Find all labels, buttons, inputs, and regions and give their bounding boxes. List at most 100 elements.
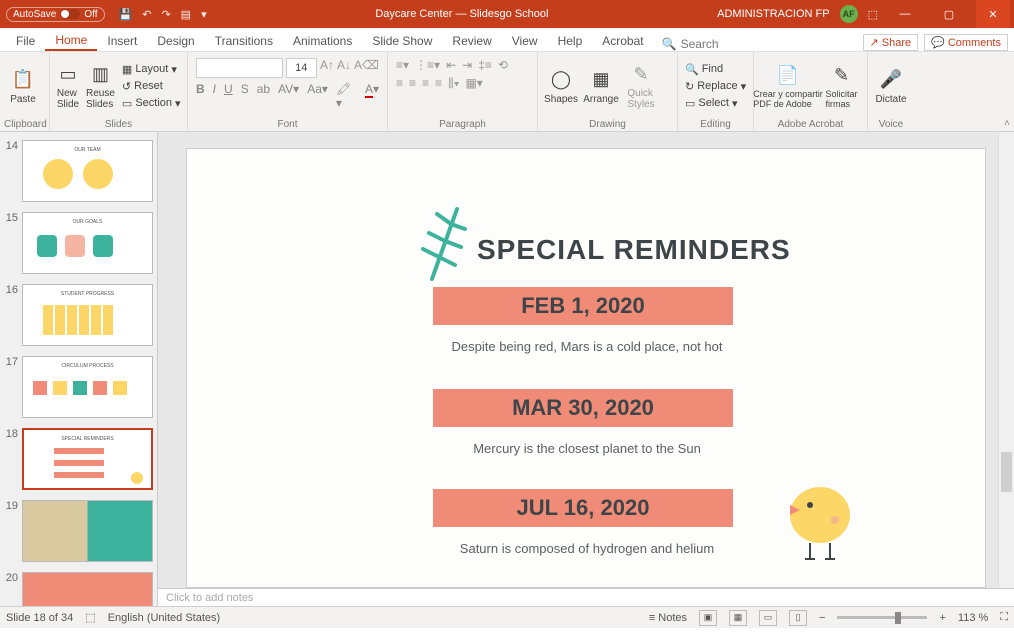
zoom-out-button[interactable]: −	[819, 612, 825, 624]
request-sign-button[interactable]: ✎Solicitar firmas	[820, 54, 863, 118]
find-button[interactable]: 🔍 Find	[682, 62, 749, 77]
reading-view-button[interactable]: ▭	[759, 610, 777, 626]
replace-button[interactable]: ↻ Replace ▾	[682, 79, 749, 94]
increase-font-icon[interactable]: A↑	[320, 58, 334, 78]
maximize-button[interactable]: ▢	[932, 0, 966, 28]
autosave-toggle[interactable]: AutoSave Off	[6, 7, 105, 22]
layout-button[interactable]: ▦ Layout ▾	[119, 62, 184, 77]
undo-icon[interactable]: ↶	[142, 8, 151, 21]
dictate-button[interactable]: 🎤Dictate	[872, 54, 910, 118]
font-size-dropdown[interactable]: 14	[286, 58, 317, 78]
decrease-font-icon[interactable]: A↓	[337, 58, 351, 78]
quick-styles-button[interactable]: ✎Quick Styles	[622, 54, 660, 118]
underline-button[interactable]: U	[224, 82, 233, 110]
tab-design[interactable]: Design	[147, 30, 204, 51]
textdir-button[interactable]: ⟲	[498, 58, 508, 72]
drawing-group-label: Drawing	[542, 118, 673, 131]
slide-canvas[interactable]: SPECIAL REMINDERS FEB 1, 2020 Despite be…	[186, 148, 986, 588]
shadow-button[interactable]: ab	[257, 82, 270, 110]
numbering-button[interactable]: ⋮≡▾	[415, 58, 440, 72]
search-icon: 🔍	[662, 37, 677, 51]
strike-button[interactable]: S	[241, 82, 249, 110]
avatar[interactable]: AF	[840, 5, 858, 23]
bold-button[interactable]: B	[196, 82, 205, 110]
fit-button[interactable]: ⛶	[1000, 611, 1008, 624]
tab-help[interactable]: Help	[548, 30, 593, 51]
comments-button[interactable]: 💬Comments	[924, 34, 1008, 51]
case-button[interactable]: Aa▾	[307, 82, 328, 110]
italic-button[interactable]: I	[213, 82, 216, 110]
thumb-20[interactable]: 20	[4, 572, 153, 606]
align-left-button[interactable]: ≡	[396, 76, 403, 91]
spacing-button[interactable]: AV▾	[278, 82, 299, 110]
tab-acrobat[interactable]: Acrobat	[592, 30, 653, 51]
font-family-dropdown[interactable]	[196, 58, 283, 78]
close-button[interactable]: ✕	[976, 0, 1010, 28]
align-right-button[interactable]: ≡	[422, 76, 429, 91]
tab-view[interactable]: View	[502, 30, 548, 51]
columns-button[interactable]: ⫼▾	[448, 76, 459, 91]
document-title: Daycare Center — Slidesgo School	[207, 8, 718, 20]
tab-insert[interactable]: Insert	[97, 30, 147, 51]
ribbon-display-icon[interactable]: ⬚	[868, 8, 878, 21]
qat-more-icon[interactable]: ▾	[201, 8, 207, 21]
thumb-15[interactable]: 15OUR GOALS	[4, 212, 153, 274]
align-justify-button[interactable]: ≡	[435, 76, 442, 91]
save-icon[interactable]: 💾	[119, 8, 133, 21]
clipboard-group-label: Clipboard	[4, 118, 45, 131]
indent-dec-button[interactable]: ⇤	[446, 58, 456, 72]
autosave-state: Off	[84, 9, 97, 20]
clear-format-icon[interactable]: A⌫	[354, 58, 379, 78]
tab-transitions[interactable]: Transitions	[205, 30, 283, 51]
reuse-slides-button[interactable]: ▥Reuse Slides	[84, 54, 117, 118]
thumb-16[interactable]: 16STUDENT PROGRESS	[4, 284, 153, 346]
tab-review[interactable]: Review	[442, 30, 501, 51]
create-pdf-button[interactable]: 📄Crear y compartir PDF de Adobe	[758, 54, 818, 118]
thumbnail-panel[interactable]: 14OUR TEAM 15OUR GOALS 16STUDENT PROGRES…	[0, 132, 158, 606]
reset-button[interactable]: ↺ Reset	[119, 79, 184, 94]
vertical-scrollbar[interactable]	[998, 132, 1014, 588]
work-area: 14OUR TEAM 15OUR GOALS 16STUDENT PROGRES…	[0, 132, 1014, 606]
tab-file[interactable]: File	[6, 30, 45, 51]
minimize-button[interactable]: —	[888, 0, 922, 28]
thumb-18[interactable]: 18SPECIAL REMINDERS	[4, 428, 153, 490]
tab-animations[interactable]: Animations	[283, 30, 362, 51]
paste-button[interactable]: 📋 Paste	[4, 54, 42, 118]
new-slide-button[interactable]: ▭New Slide	[54, 54, 82, 118]
section-button[interactable]: ▭ Section ▾	[119, 96, 184, 111]
slides-group-label: Slides	[54, 118, 183, 131]
highlight-button[interactable]: 🖍▾	[336, 82, 357, 110]
bullets-button[interactable]: ≡▾	[396, 58, 409, 72]
linespacing-button[interactable]: ‡≡	[478, 58, 492, 72]
zoom-slider[interactable]	[837, 616, 927, 619]
language-label[interactable]: English (United States)	[108, 612, 221, 624]
font-color-button[interactable]: A▾	[365, 82, 379, 110]
arrange-icon: ▦	[589, 68, 613, 92]
sorter-view-button[interactable]: ▦	[729, 610, 747, 626]
share-button[interactable]: ↗Share	[863, 34, 919, 51]
start-icon[interactable]: ▤	[181, 8, 191, 21]
notes-area[interactable]: Click to add notes	[158, 588, 1014, 606]
align-center-button[interactable]: ≡	[409, 76, 416, 91]
zoom-in-button[interactable]: +	[939, 612, 945, 624]
search-box[interactable]: 🔍 Search	[654, 37, 727, 51]
indent-inc-button[interactable]: ⇥	[462, 58, 472, 72]
sign-icon: ✎	[830, 63, 854, 87]
arrange-button[interactable]: ▦Arrange	[582, 54, 620, 118]
notes-toggle[interactable]: ≡ Notes	[649, 612, 687, 624]
slideshow-view-button[interactable]: ▯	[789, 610, 807, 626]
accessibility-icon[interactable]: ⬚	[85, 611, 95, 624]
normal-view-button[interactable]: ▣	[699, 610, 717, 626]
thumb-19[interactable]: 19	[4, 500, 153, 562]
thumb-17[interactable]: 17CIRCULUM PROCESS	[4, 356, 153, 418]
smartart-button[interactable]: ▦▾	[465, 76, 482, 91]
collapse-ribbon-button[interactable]: ˄	[1004, 118, 1010, 129]
thumb-14[interactable]: 14OUR TEAM	[4, 140, 153, 202]
autosave-switch[interactable]	[60, 9, 80, 19]
select-button[interactable]: ▭ Select ▾	[682, 96, 749, 111]
shapes-button[interactable]: ◯Shapes	[542, 54, 580, 118]
redo-icon[interactable]: ↷	[161, 8, 170, 21]
tab-home[interactable]: Home	[45, 29, 97, 51]
reuse-label: Reuse Slides	[86, 88, 115, 110]
tab-slideshow[interactable]: Slide Show	[362, 30, 442, 51]
